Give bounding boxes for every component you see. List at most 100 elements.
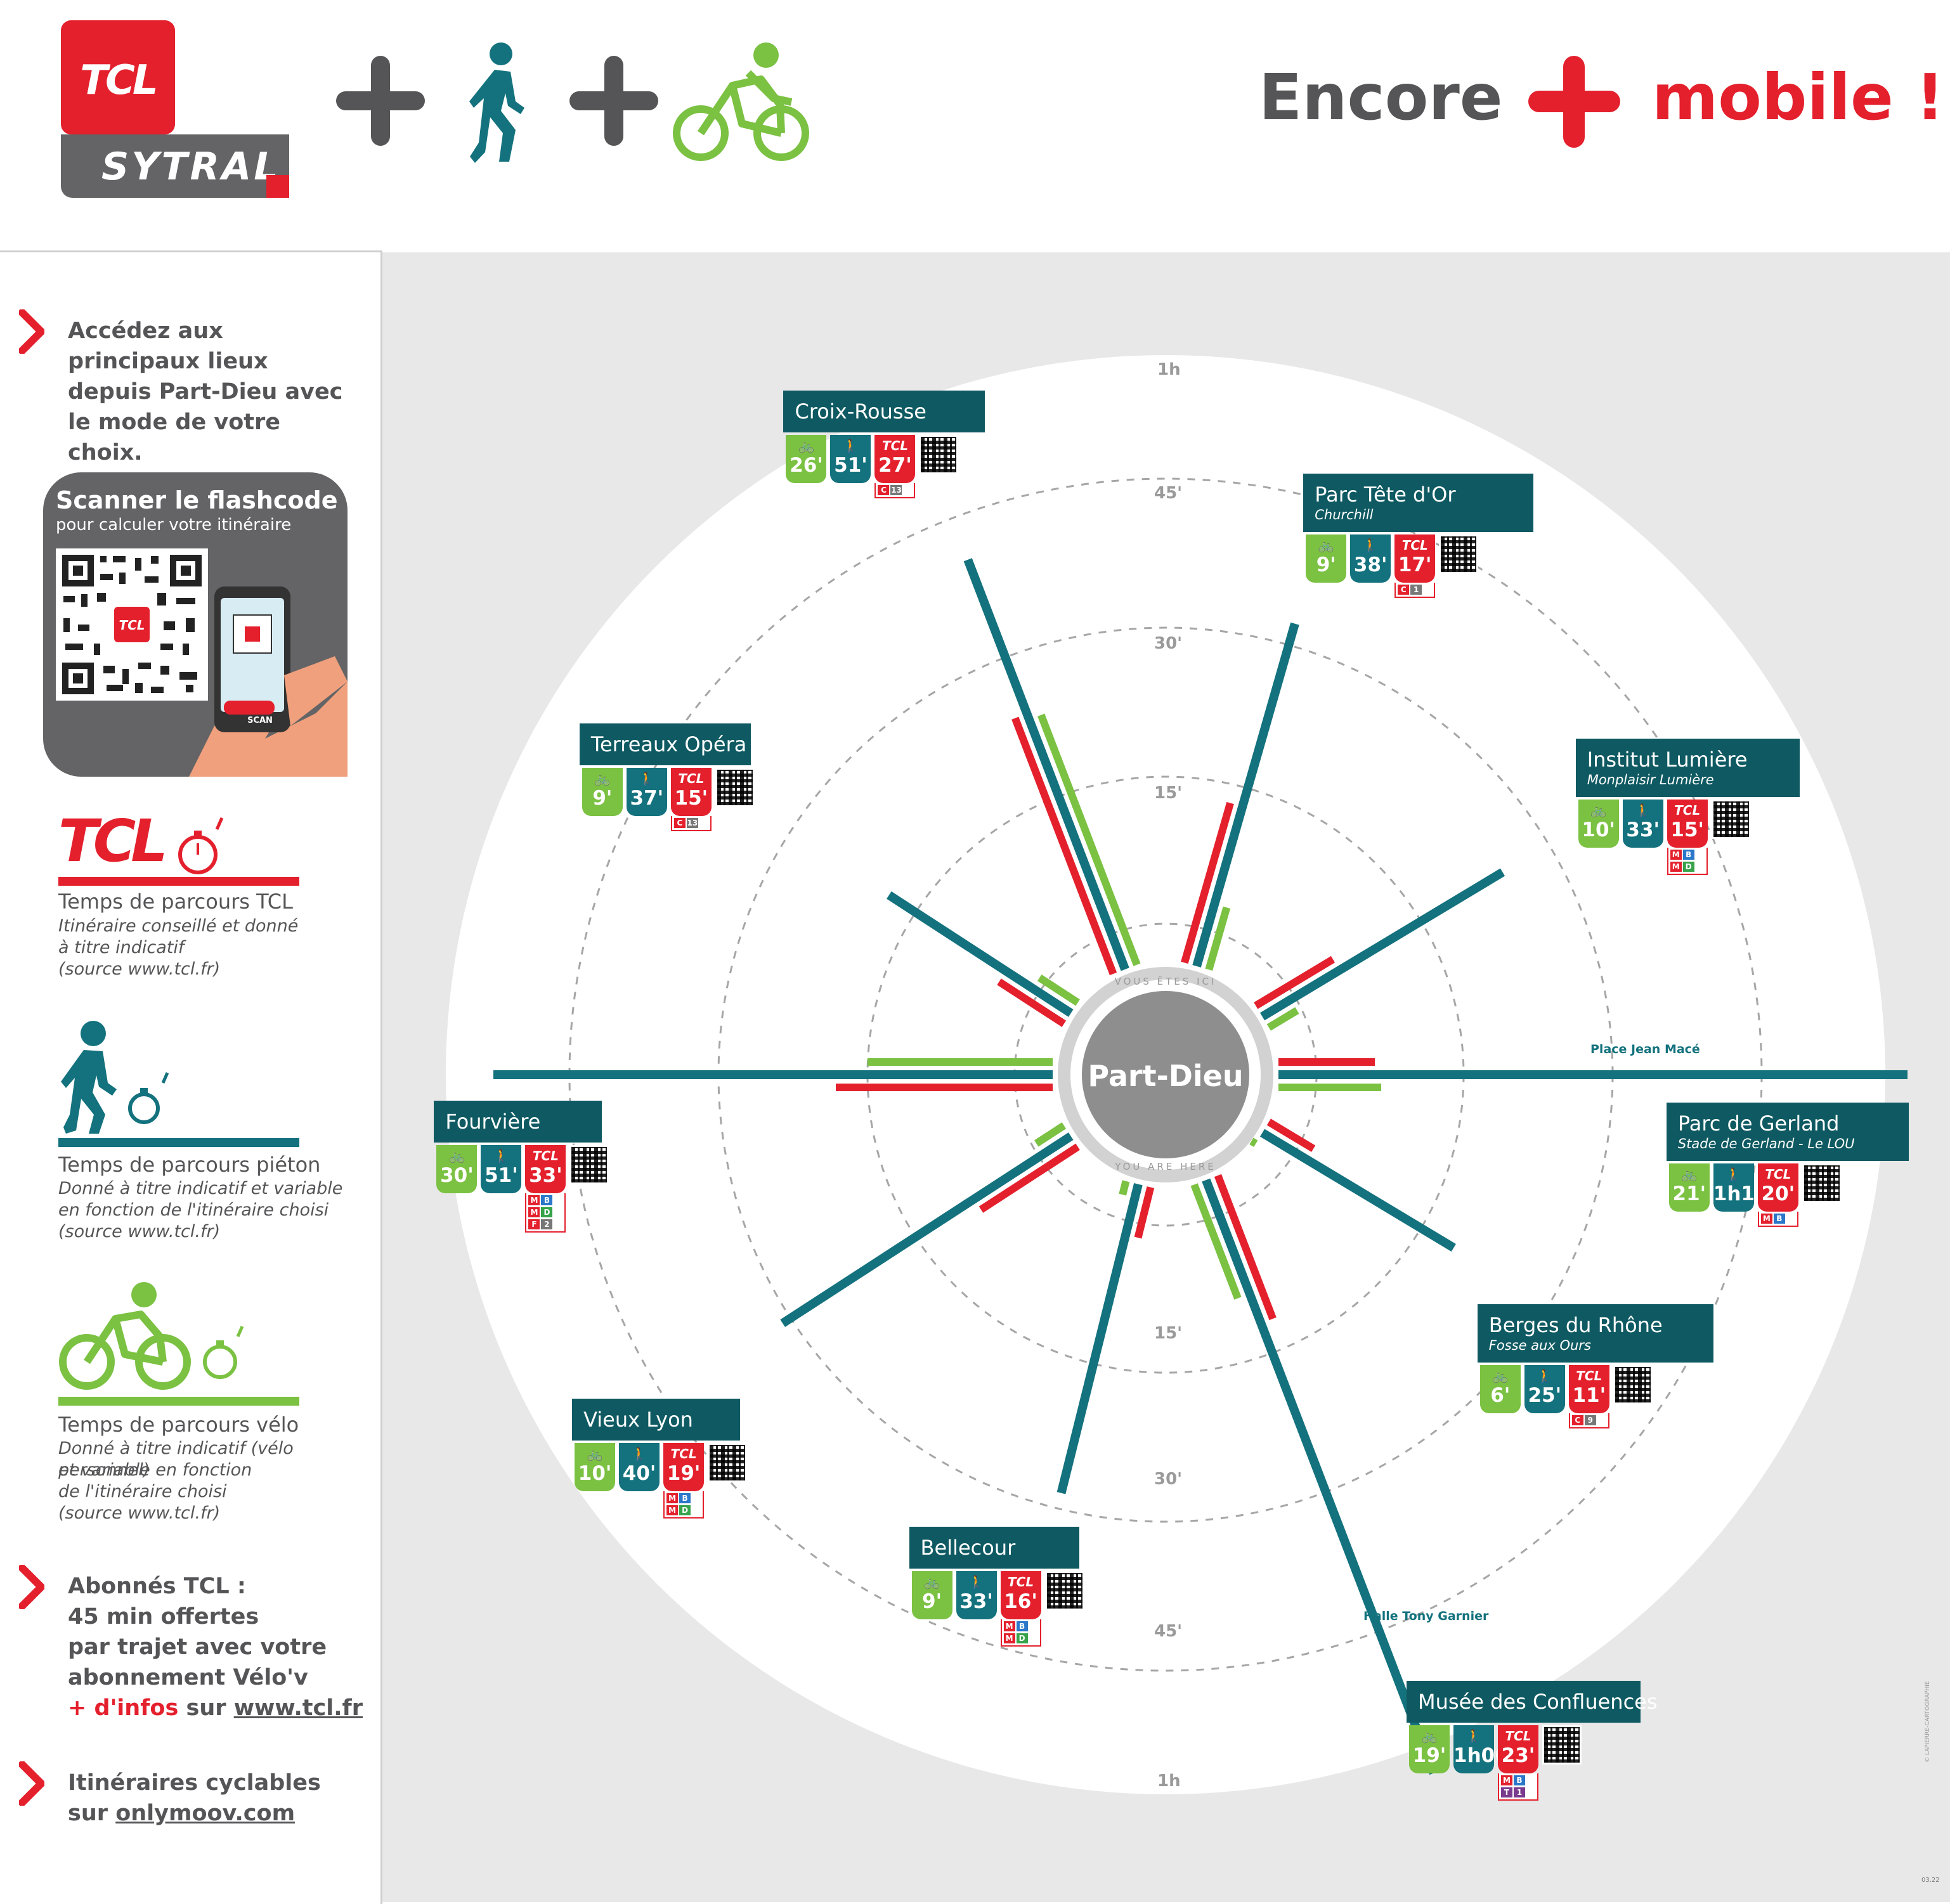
destination-name: Musée des Confluences: [1418, 1690, 1658, 1714]
onlymoov-link[interactable]: onlymoov.com: [115, 1801, 295, 1826]
tile-value: 33': [1626, 818, 1660, 841]
hub-label: Part-Dieu: [1088, 1059, 1244, 1093]
line-number: B: [1773, 1214, 1785, 1224]
qr-code[interactable]: [1439, 534, 1479, 574]
time-tiles-bellecour: 🚲 9' 🚶 33' TCL 16': [911, 1571, 1084, 1620]
tile-value: 33': [959, 1590, 993, 1614]
tcl-logo-text: TCL: [80, 57, 158, 104]
destination-card-bellecour[interactable]: Bellecour: [909, 1527, 1080, 1569]
hub-vous-etes-ici: VOUS ÊTES ICI: [1114, 976, 1217, 987]
map-panel: Part-Dieu VOUS ÊTES ICI YOU ARE HERE 15'…: [382, 252, 1950, 1902]
line-number: D: [1016, 1633, 1028, 1644]
scan-card: Scanner le flashcode pour calculer votre…: [43, 472, 348, 777]
tile-tcl: TCL 33': [525, 1144, 566, 1193]
tile-walk: 🚶 40': [619, 1443, 660, 1492]
destination-card-institut-lumiere[interactable]: Institut Lumière Monplaisir Lumière: [1575, 738, 1800, 797]
tile-value: 11': [1572, 1384, 1606, 1408]
place-tony-garnier: Halle Tony Garnier: [1363, 1609, 1489, 1623]
destination-card-confluences[interactable]: Musée des Confluences: [1407, 1681, 1658, 1723]
tile-value: 16': [1004, 1590, 1037, 1614]
legend-tcl-desc-3: (source www.tcl.fr): [58, 959, 221, 979]
tile-value: 1h12: [1713, 1182, 1769, 1206]
tile-walk: 🚶 1h12: [1713, 1163, 1769, 1212]
sytral-logo-text: SYTRAL: [101, 145, 281, 189]
tcl-icon: TCL: [1505, 1728, 1531, 1744]
destination-card-vieux-lyon[interactable]: Vieux Lyon: [572, 1399, 740, 1441]
destination-name: Fourvière: [445, 1109, 541, 1134]
qr-code[interactable]: [1802, 1163, 1842, 1203]
line-badge: MD: [666, 1505, 701, 1516]
qr-code[interactable]: [1613, 1365, 1653, 1405]
legend-walk-bar: [58, 1138, 299, 1147]
qr-code[interactable]: [1542, 1725, 1582, 1765]
tcl-stopwatch-icon: TCL: [58, 810, 224, 875]
ring-label-30-bottom: 30': [1154, 1470, 1183, 1489]
tile-tcl: TCL 16': [1000, 1571, 1041, 1620]
line-number: 13: [686, 818, 698, 829]
tile-value: 19': [666, 1462, 701, 1486]
line-badge: MD: [1003, 1633, 1038, 1644]
time-tiles-fourviere: 🚲 30' 🚶 51' TCL 33': [436, 1144, 609, 1193]
walker-icon: 🚶: [1726, 1167, 1742, 1182]
tile-value: 9': [1316, 554, 1336, 577]
ring-label-45-bottom: 45': [1154, 1622, 1183, 1641]
tile-value: 40': [622, 1462, 656, 1486]
legend-walk-title: Temps de parcours piéton: [58, 1153, 321, 1177]
qr-code[interactable]: [1711, 799, 1751, 839]
legend-bike-desc-3: de l'itinéraire choisi: [58, 1482, 227, 1501]
legend-tcl-title: Temps de parcours TCL: [58, 890, 293, 914]
tile-tcl: TCL 23': [1498, 1725, 1538, 1774]
qr-code[interactable]: [569, 1144, 609, 1184]
qr-code[interactable]: [919, 434, 959, 474]
time-tiles-parc-tete-dor: 🚲 9' 🚶 38' TCL 17': [1306, 534, 1479, 583]
bike-icon: 🚲: [587, 1446, 603, 1462]
walker-icon: [469, 42, 524, 163]
plus-icon: [336, 56, 425, 146]
legend-tcl-bar: [58, 877, 299, 886]
qr-code[interactable]: [1044, 1571, 1084, 1611]
chevron-right-icon: [19, 1761, 44, 1806]
hub-you-are-here: YOU ARE HERE: [1115, 1161, 1216, 1172]
abonnes-line-4: abonnement Vélo'v: [68, 1665, 308, 1690]
line-mode: M: [1760, 1214, 1772, 1224]
line-number: B: [1016, 1621, 1028, 1632]
line-badge: MB: [1501, 1775, 1535, 1786]
tile-value: 19': [1412, 1744, 1446, 1768]
tile-walk: 🚶 33': [1622, 799, 1663, 848]
destination-card-croix-rousse[interactable]: Croix-Rousse: [783, 390, 985, 432]
destination-card-parc-gerland[interactable]: Parc de Gerland Stade de Gerland - Le LOU: [1666, 1103, 1909, 1162]
line-mode: M: [666, 1493, 679, 1504]
line-mode: C: [1398, 585, 1410, 595]
chevron-right-icon: [19, 1565, 44, 1609]
bike-icon: 🚲: [1421, 1728, 1438, 1744]
walker-icon: 🚶: [493, 1148, 509, 1163]
legend-bike-title: Temps de parcours vélo: [58, 1413, 299, 1437]
qr-code[interactable]: [715, 768, 755, 808]
sytral-logo: SYTRAL: [61, 134, 289, 198]
scan-title: Scanner le flashcode: [56, 486, 338, 514]
tile-walk: 🚶 37': [626, 768, 667, 817]
tile-value: 15': [1670, 818, 1705, 841]
ring-label-1h-bottom: 1h: [1157, 1771, 1181, 1791]
line-badge: T1: [1501, 1787, 1535, 1798]
abonnes-line-2: 45 min offertes: [68, 1604, 259, 1629]
sytral-logo-corner: [266, 175, 289, 198]
ring-label-30-top: 30': [1154, 634, 1183, 653]
scan-button[interactable]: SCAN: [235, 716, 285, 725]
tile-value: 37': [630, 787, 664, 810]
time-tiles-berges-rhone: 🚲 6' 🚶 25' TCL 11': [1479, 1365, 1653, 1414]
destination-name: Bellecour: [920, 1536, 1016, 1560]
tcl-icon: TCL: [1765, 1167, 1791, 1182]
destination-card-terreaux[interactable]: Terreaux Opéra: [579, 723, 751, 766]
qr-code[interactable]: [708, 1443, 748, 1483]
destination-card-parc-tete-dor[interactable]: Parc Tête d'Or Churchill: [1303, 474, 1534, 533]
tcl-link[interactable]: www.tcl.fr: [234, 1695, 363, 1721]
destination-card-fourviere[interactable]: Fourvière: [434, 1100, 602, 1143]
headline-mobile: mobile !: [1652, 60, 1945, 134]
time-tiles-terreaux: 🚲 9' 🚶 37' TCL 15': [582, 768, 755, 817]
qr-code[interactable]: TCL: [56, 548, 208, 701]
scan-subtitle: pour calculer votre itinéraire: [56, 515, 292, 534]
destination-card-berges-rhone[interactable]: Berges du Rhône Fosse aux Ours: [1477, 1304, 1714, 1363]
legend-bike-desc-4: (source www.tcl.fr): [58, 1503, 221, 1523]
tile-value: 30': [440, 1163, 474, 1187]
